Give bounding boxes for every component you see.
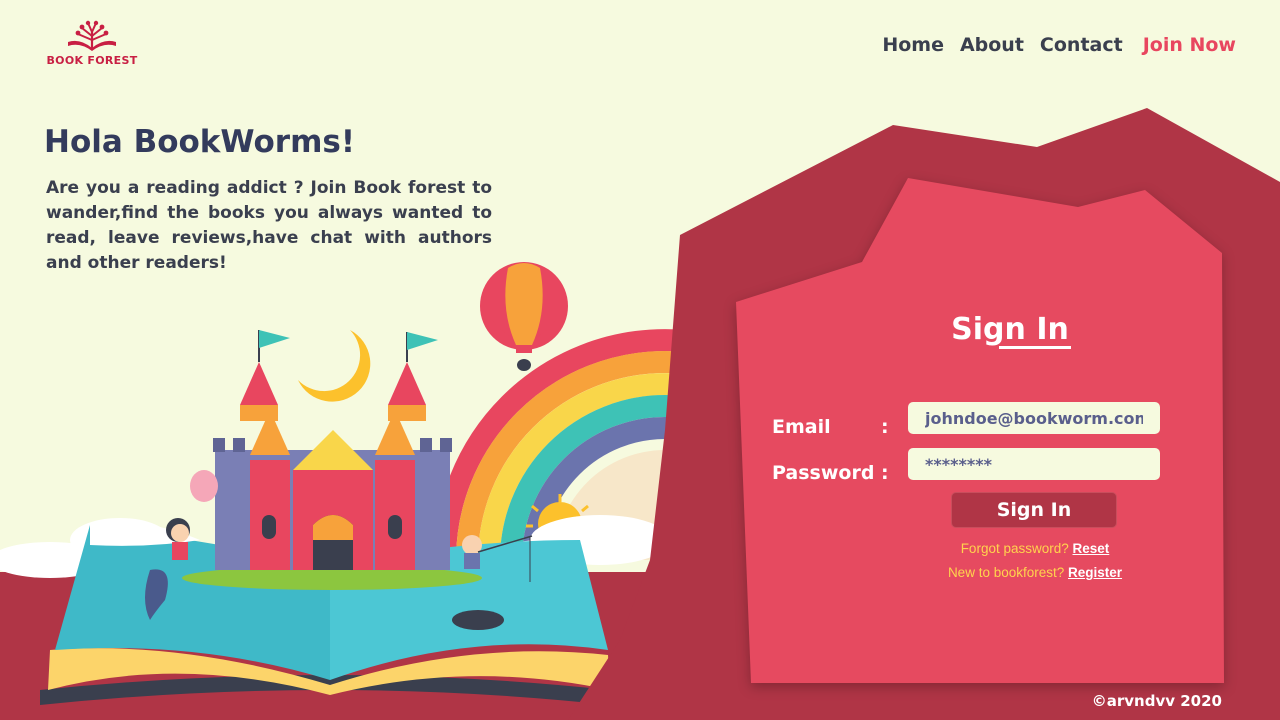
moon-icon: [298, 330, 371, 402]
new-user-text: New to bookforest?: [947, 565, 1065, 580]
nav-contact[interactable]: Contact: [1040, 34, 1123, 56]
signin-title-underline: [999, 346, 1071, 349]
signin-button[interactable]: Sign In: [951, 492, 1117, 528]
logo-text: BOOK FOREST: [46, 54, 138, 67]
hero-title: Hola BookWorms!: [44, 124, 355, 160]
forgot-password-text: Forgot password?: [960, 541, 1069, 556]
castle-illustration: [213, 330, 452, 570]
logo[interactable]: BOOK FOREST: [44, 20, 140, 67]
register-line: New to bookforest? Register: [900, 565, 1170, 580]
password-label: Password: [772, 462, 875, 484]
top-nav: Home About Contact Join Now: [866, 34, 1236, 56]
hero-description: Are you a reading addict ? Join Book for…: [46, 178, 492, 273]
email-label: Email: [772, 416, 831, 438]
background-illustration: [0, 108, 1280, 720]
password-colon: :: [881, 462, 889, 484]
reset-link[interactable]: Reset: [1073, 541, 1110, 556]
book-tree-icon: [68, 20, 116, 51]
whale-icon: [452, 610, 504, 630]
nav-about[interactable]: About: [960, 34, 1024, 56]
password-input[interactable]: [908, 448, 1160, 480]
signin-title: Sign In: [951, 312, 1069, 347]
register-link[interactable]: Register: [1068, 565, 1122, 580]
email-input[interactable]: [908, 402, 1160, 434]
forgot-password-line: Forgot password? Reset: [900, 541, 1170, 556]
email-colon: :: [881, 416, 889, 438]
nav-join-now[interactable]: Join Now: [1143, 34, 1236, 56]
hot-air-balloon-icon: [480, 262, 568, 371]
nav-home[interactable]: Home: [882, 34, 944, 56]
copyright-text: ©arvndvv 2020: [1091, 692, 1222, 710]
